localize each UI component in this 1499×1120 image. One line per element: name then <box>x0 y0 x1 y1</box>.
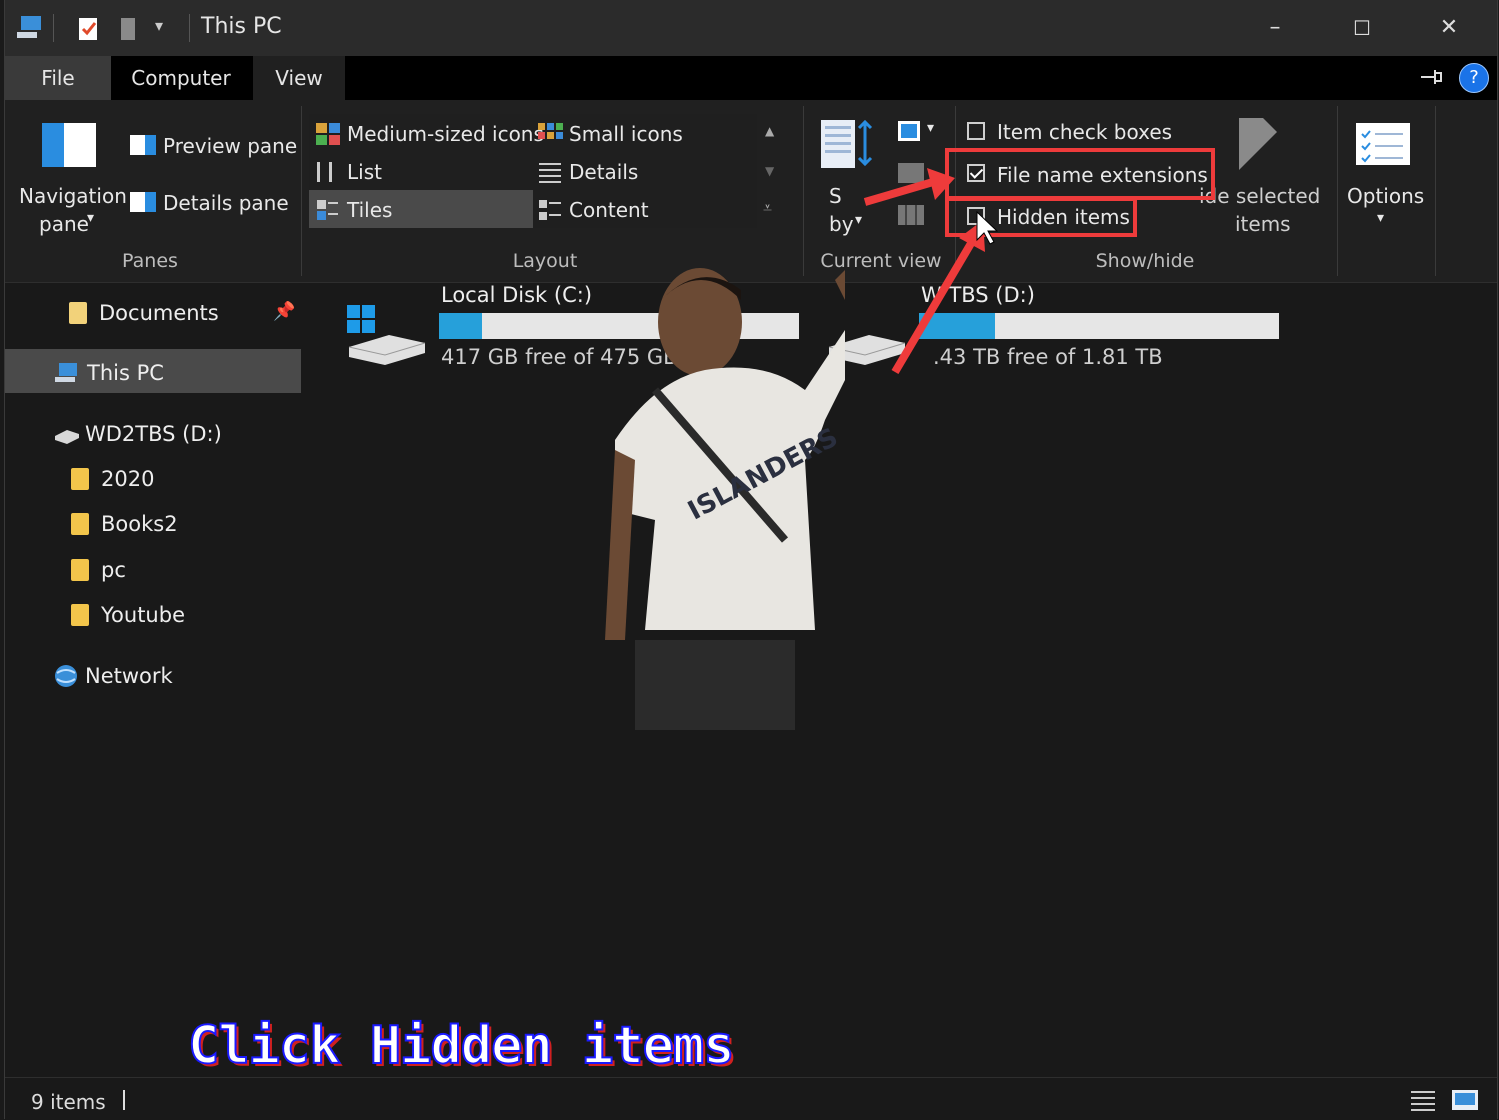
new-folder-icon[interactable] <box>119 16 139 42</box>
properties-icon[interactable] <box>77 16 101 42</box>
maximize-button[interactable]: ☐ <box>1332 10 1392 46</box>
minimize-button[interactable]: – <box>1245 10 1305 46</box>
network-icon <box>55 665 77 687</box>
folder-icon <box>71 559 89 581</box>
item-check-boxes-checkbox[interactable] <box>967 122 985 140</box>
this-pc-icon <box>55 363 77 382</box>
divider <box>123 1090 125 1110</box>
video-caption: Click Hidden items <box>187 1015 736 1077</box>
folder-icon <box>71 468 89 490</box>
help-icon[interactable]: ? <box>1459 63 1489 93</box>
navigation-pane-label: pane <box>39 212 89 236</box>
layout-list[interactable]: List <box>347 160 382 184</box>
nav-item-label: Documents <box>99 301 219 325</box>
windows-drive-icon <box>347 305 426 365</box>
ribbon: Navigation pane ▾ Preview pane Details p… <box>5 100 1497 283</box>
nav-item-wd2tbs[interactable]: WD2TBS (D:) <box>53 412 222 456</box>
tab-computer[interactable]: Computer <box>111 56 251 100</box>
nav-item-folder[interactable]: pc <box>71 548 126 592</box>
nav-item-folder[interactable]: Youtube <box>71 593 185 637</box>
folder-icon <box>71 513 89 535</box>
nav-item-label: Books2 <box>101 512 178 536</box>
navigation-pane-icon <box>42 123 96 167</box>
preview-pane-icon <box>130 135 156 155</box>
drive-usage-fill <box>439 313 483 339</box>
annotation-arrows <box>863 168 999 375</box>
divider <box>1337 106 1338 276</box>
tab-view[interactable]: View <box>253 56 345 100</box>
show-hide-group-label: Show/hide <box>1095 250 1195 272</box>
explorer-window: ▾ This PC – ☐ ✕ File Computer View ? Nav… <box>4 0 1498 1120</box>
list-icon <box>317 162 332 182</box>
scroll-up-icon[interactable]: ▲ <box>765 124 774 138</box>
options-icon <box>1356 123 1410 165</box>
drive-icon <box>55 430 79 444</box>
content-area: Local Disk (C:) 417 GB free of 475 GB W … <box>305 283 1497 1077</box>
pin-ribbon-icon[interactable] <box>1419 66 1445 88</box>
hide-selected-icon <box>1239 118 1277 170</box>
navigation-pane-button[interactable]: Navigation <box>19 184 127 208</box>
chevron-down-icon: ▾ <box>1377 210 1385 226</box>
drive-name: Local Disk (C:) <box>441 283 593 307</box>
documents-icon <box>69 302 87 324</box>
window-title: This PC <box>201 14 282 39</box>
chevron-down-icon: ▾ <box>87 210 95 226</box>
divider <box>301 106 302 276</box>
scroll-down-icon[interactable]: ▼ <box>765 164 774 178</box>
customize-quick-access-icon[interactable]: ▾ <box>155 16 163 35</box>
small-icons-icon <box>538 123 563 139</box>
nav-item-label: This PC <box>87 361 164 385</box>
close-button[interactable]: ✕ <box>1419 10 1479 46</box>
hide-selected-label: items <box>1235 212 1291 236</box>
title-bar: ▾ This PC – ☐ ✕ <box>5 0 1497 56</box>
nav-item-label: WD2TBS (D:) <box>85 422 222 446</box>
tiles-icon <box>317 200 338 220</box>
large-icons-view-icon[interactable] <box>1451 1088 1479 1112</box>
navigation-pane: Documents 📌 This PC WD2TBS (D:) 2020 Boo… <box>5 283 306 1077</box>
tab-file[interactable]: File <box>5 56 111 100</box>
status-bar: 9 items <box>5 1077 1497 1120</box>
layout-tiles[interactable]: Tiles <box>347 198 392 222</box>
divider <box>189 14 190 42</box>
divider <box>1435 106 1436 276</box>
nav-item-folder[interactable]: 2020 <box>71 457 154 501</box>
layout-selected-highlight <box>309 190 533 228</box>
this-pc-icon <box>17 16 41 38</box>
item-count: 9 items <box>31 1090 106 1114</box>
folder-icon <box>71 604 89 626</box>
chevron-down-icon: ▾ <box>927 120 935 136</box>
nav-item-folder[interactable]: Books2 <box>71 502 178 546</box>
layout-small-icons[interactable]: Small icons <box>569 122 683 146</box>
presenter-overlay: ISLANDERS <box>605 268 845 730</box>
details-pane-icon <box>130 192 156 212</box>
layout-medium-icons[interactable]: Medium-sized icons <box>347 122 544 146</box>
sort-by-button[interactable]: S <box>829 184 842 208</box>
nav-item-network[interactable]: Network <box>53 654 173 698</box>
details-view-icon[interactable] <box>1409 1088 1437 1112</box>
nav-item-label: Network <box>85 664 173 688</box>
panes-group-label: Panes <box>122 250 178 272</box>
layout-expand-icon[interactable]: ⩡ <box>763 198 772 218</box>
ribbon-tabs: File Computer View ? <box>5 56 1497 100</box>
layout-group-label: Layout <box>512 250 578 272</box>
group-by-icon[interactable] <box>897 120 921 142</box>
divider <box>803 106 804 276</box>
nav-item-label: pc <box>101 558 126 582</box>
medium-icons-icon <box>316 123 340 145</box>
details-pane-button[interactable]: Details pane <box>163 191 289 215</box>
nav-item-label: 2020 <box>101 467 155 491</box>
nav-item-label: Youtube <box>101 603 185 627</box>
preview-pane-button[interactable]: Preview pane <box>163 134 297 158</box>
divider <box>53 14 54 42</box>
hide-selected-button[interactable]: ide selected <box>1199 184 1320 208</box>
nav-item-this-pc[interactable]: This PC <box>53 351 164 395</box>
options-button[interactable]: Options <box>1347 184 1424 208</box>
pin-icon[interactable]: 📌 <box>273 301 295 322</box>
layout-content[interactable]: Content <box>569 198 649 222</box>
details-icon <box>539 163 561 183</box>
layout-details[interactable]: Details <box>569 160 638 184</box>
nav-item-documents[interactable]: Documents <box>69 291 219 335</box>
content-icon <box>539 200 561 220</box>
item-check-boxes-label: Item check boxes <box>997 120 1173 144</box>
